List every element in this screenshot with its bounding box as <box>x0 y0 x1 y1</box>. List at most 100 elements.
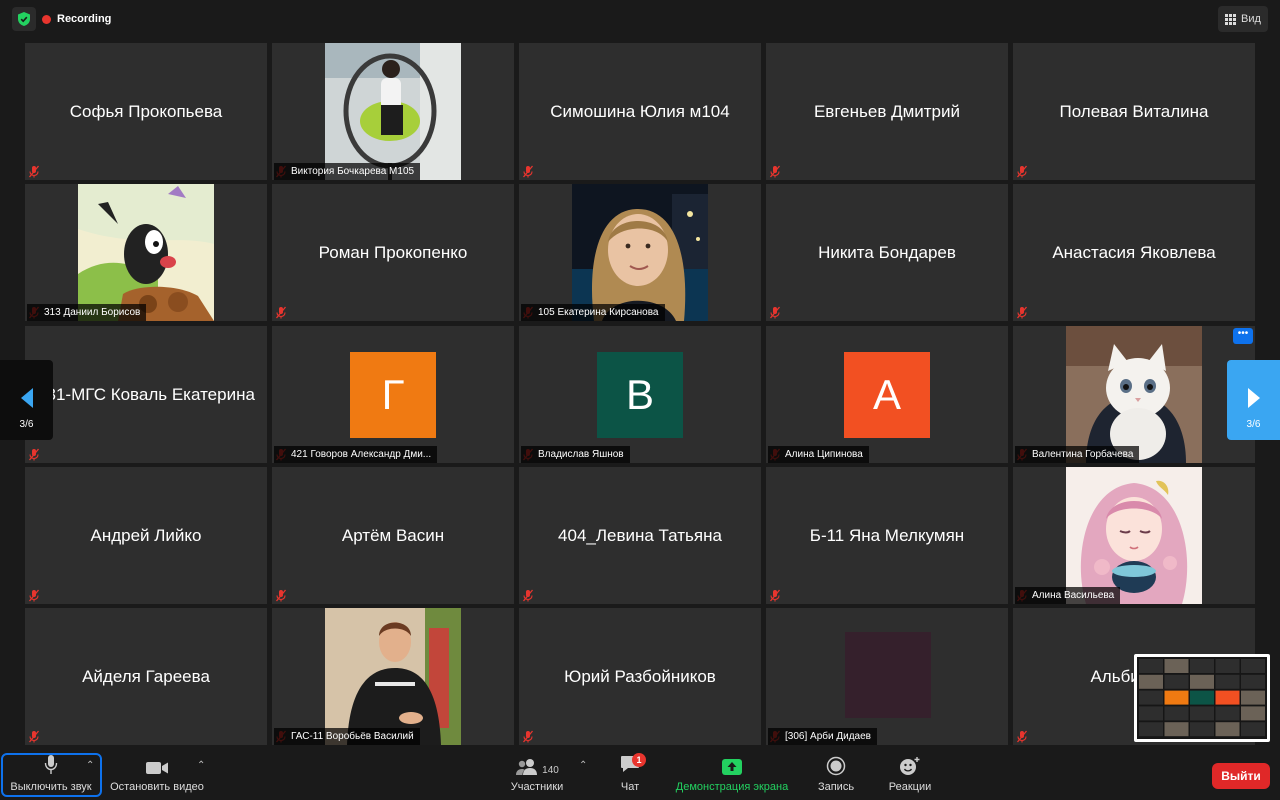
top-bar: Recording Вид <box>0 0 1280 40</box>
participant-name: Никита Бондарев <box>818 242 956 262</box>
participant-tile[interactable]: Никита Бондарев <box>766 184 1008 321</box>
muted-microphone-icon <box>1016 306 1028 319</box>
participant-tile[interactable]: Анастасия Яковлева <box>1013 184 1255 321</box>
participant-tile[interactable]: Софья Прокопьева <box>25 43 267 180</box>
gallery-grid: Софья Прокопьева Виктория Бочкарева М105 С… <box>25 43 1255 745</box>
participant-tile[interactable]: А Алина Ципинова <box>766 326 1008 463</box>
participant-name: Анастасия Яковлева <box>1052 242 1216 262</box>
participant-tile[interactable]: Полевая Виталина <box>1013 43 1255 180</box>
minimap-tile <box>1164 674 1189 689</box>
gallery-minimap[interactable] <box>1134 654 1270 742</box>
participant-label: Валентина Горбачева <box>1015 446 1140 463</box>
video-camera-icon <box>146 762 168 774</box>
participant-tile[interactable]: Б-11 Яна Мелкумян <box>766 467 1008 604</box>
participant-tile[interactable]: Евгеньев Дмитрий <box>766 43 1008 180</box>
participant-tile[interactable]: 404_Левина Татьяна <box>519 467 761 604</box>
participant-tile[interactable]: Виктория Бочкарева М105 <box>272 43 514 180</box>
view-button[interactable]: Вид <box>1218 6 1268 32</box>
participant-video-dark-image <box>819 608 955 745</box>
participant-tile[interactable]: Юрий Разбойников <box>519 608 761 745</box>
participant-name: 404_Левина Татьяна <box>558 525 722 545</box>
chat-button[interactable]: 1 Чат <box>612 752 648 798</box>
tile-more-options-button[interactable]: ••• <box>1233 328 1253 344</box>
muted-microphone-icon <box>28 448 40 461</box>
next-page-button[interactable]: 3/6 <box>1227 360 1280 440</box>
minimap-tile <box>1139 690 1163 705</box>
security-shield-icon[interactable] <box>12 7 36 31</box>
minimap-preview <box>1139 659 1265 737</box>
minimap-tile <box>1190 674 1214 689</box>
video-options-caret-icon[interactable]: ⌃ <box>197 760 205 771</box>
participant-name: Евгеньев Дмитрий <box>813 101 961 121</box>
minimap-tile <box>1164 659 1189 673</box>
minimap-tile <box>1241 659 1265 673</box>
minimap-tile <box>1190 722 1214 737</box>
participants-count: 140 <box>542 765 559 776</box>
participant-tile[interactable]: 231-МГС Коваль Екатерина <box>25 326 267 463</box>
participant-tile[interactable]: 105 Екатерина Кирсанова <box>519 184 761 321</box>
record-icon <box>826 756 846 776</box>
participant-tile[interactable]: 313 Даниил Борисов <box>25 184 267 321</box>
participant-video-young-man <box>325 608 461 745</box>
minimap-tile <box>1215 674 1240 689</box>
participant-tile[interactable]: Симошина Юлия м104 <box>519 43 761 180</box>
arrow-right-icon <box>1247 388 1260 408</box>
grid-view-icon <box>1225 13 1237 25</box>
participant-initial-avatar: А <box>844 351 930 438</box>
minimap-tile <box>1241 722 1265 737</box>
participant-tile[interactable]: ГАС-11 Воробьёв Василий <box>272 608 514 745</box>
minimap-tile <box>1241 690 1265 705</box>
muted-microphone-icon <box>28 165 40 178</box>
participants-button[interactable]: 140 Участники <box>505 752 569 798</box>
zoom-meeting-window: Recording Вид Софья Прокопьева Виктория Б… <box>0 0 1280 800</box>
minimap-tile <box>1139 674 1163 689</box>
muted-microphone-icon <box>1016 165 1028 178</box>
participant-name: Артём Васин <box>341 525 445 545</box>
participant-tile[interactable]: Айделя Гареева <box>25 608 267 745</box>
minimap-tile <box>1215 722 1240 737</box>
video-label: Остановить видео <box>110 781 204 793</box>
muted-microphone-icon <box>275 589 287 602</box>
participant-tile[interactable]: Алина Васильева <box>1013 467 1255 604</box>
participants-options-caret-icon[interactable]: ⌃ <box>579 760 587 771</box>
participants-icon <box>516 759 538 775</box>
minimap-tile <box>1164 706 1189 721</box>
participant-label: 421 Говоров Александр Дми... <box>274 446 438 463</box>
participant-label: Виктория Бочкарева М105 <box>274 163 421 180</box>
record-button[interactable]: Запись <box>812 752 860 798</box>
minimap-tile <box>1139 706 1163 721</box>
recording-indicator[interactable]: Recording <box>42 9 111 29</box>
participant-tile[interactable]: Валентина Горбачева ••• <box>1013 326 1255 463</box>
leave-button[interactable]: Выйти <box>1212 763 1270 789</box>
muted-microphone-icon <box>522 589 534 602</box>
previous-page-button[interactable]: 3/6 <box>0 360 53 440</box>
chat-unread-badge: 1 <box>632 753 646 767</box>
muted-microphone-icon <box>522 165 534 178</box>
muted-microphone-icon <box>769 589 781 602</box>
participant-tile[interactable]: Г 421 Говоров Александр Дми... <box>272 326 514 463</box>
chat-label: Чат <box>620 781 640 793</box>
page-count-left: 3/6 <box>19 419 34 430</box>
participant-tile[interactable]: Артём Васин <box>272 467 514 604</box>
minimap-tile <box>1241 706 1265 721</box>
recording-dot-icon <box>42 14 51 24</box>
share-screen-button[interactable]: Демонстрация экрана <box>670 752 794 798</box>
participant-tile[interactable]: Андрей Лийко <box>25 467 267 604</box>
participant-avatar-white-cat <box>1066 326 1202 463</box>
audio-options-caret-icon[interactable]: ⌃ <box>86 760 94 771</box>
mute-label: Выключить звук <box>10 781 92 793</box>
participant-tile[interactable]: В Владислав Яшнов <box>519 326 761 463</box>
participant-tile[interactable]: Роман Прокопенко <box>272 184 514 321</box>
muted-microphone-icon <box>769 306 781 319</box>
muted-microphone-icon <box>275 306 287 319</box>
recording-label: Recording <box>57 13 112 25</box>
record-label: Запись <box>817 781 855 793</box>
minimap-tile <box>1190 706 1214 721</box>
mute-button[interactable]: Выключить звук <box>6 752 96 798</box>
microphone-icon <box>44 755 58 774</box>
reactions-button[interactable]: Реакции <box>884 752 936 798</box>
participant-tile[interactable]: [306] Арби Дидаев <box>766 608 1008 745</box>
participant-label: [306] Арби Дидаев <box>768 728 877 745</box>
stop-video-button[interactable]: Остановить видео <box>106 752 208 798</box>
participant-name: Б-11 Яна Мелкумян <box>809 525 965 545</box>
